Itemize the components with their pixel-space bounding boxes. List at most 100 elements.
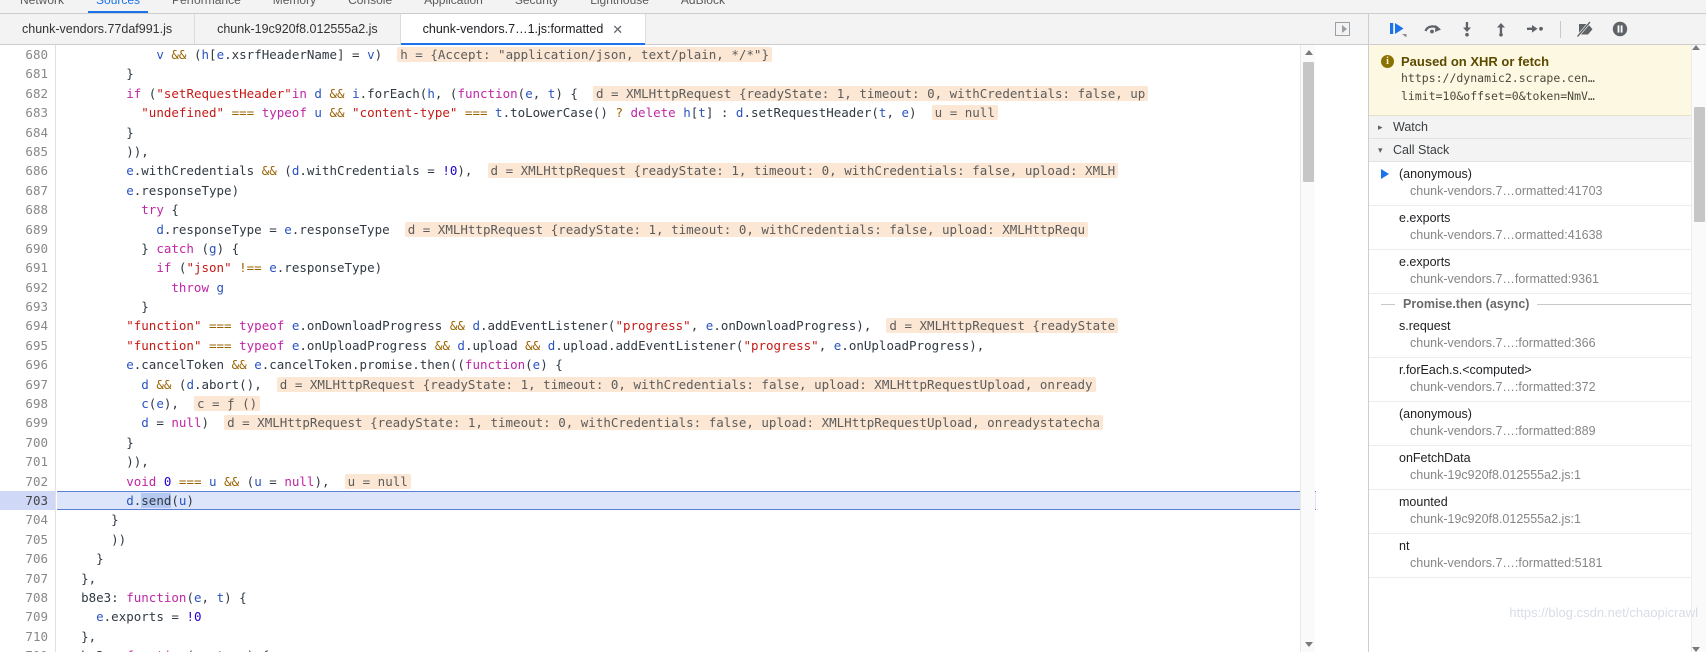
line-number[interactable]: 699 xyxy=(0,413,55,432)
code-content[interactable]: v && (h[e.xsrfHeaderName] = v) h = {Acce… xyxy=(57,45,1316,652)
call-stack-frame[interactable]: s.request chunk-vendors.7…:formatted:366 xyxy=(1369,314,1706,358)
code-line[interactable]: bc3a: function(e, t, n) { xyxy=(57,646,1316,652)
code-line[interactable]: } xyxy=(57,123,1316,142)
line-number[interactable]: 691 xyxy=(0,258,55,277)
code-line[interactable]: e.withCredentials && (d.withCredentials … xyxy=(57,161,1316,180)
line-number[interactable]: 708 xyxy=(0,588,55,607)
code-line[interactable]: d.responseType = e.responseType d = XMLH… xyxy=(57,220,1316,239)
scroll-up-arrow[interactable] xyxy=(1301,45,1316,60)
panel-tab-network[interactable]: Network xyxy=(4,0,80,13)
editor-scrollbar-thumb[interactable] xyxy=(1303,62,1314,182)
line-number[interactable]: 687 xyxy=(0,181,55,200)
call-stack-frame-location[interactable]: chunk-vendors.7…formatted:9361 xyxy=(1399,271,1700,288)
line-number[interactable]: 680 xyxy=(0,45,55,64)
panel-tab-performance[interactable]: Performance xyxy=(156,0,257,13)
code-line[interactable]: "function" === typeof e.onUploadProgress… xyxy=(57,336,1316,355)
sidebar-scrollbar-thumb[interactable] xyxy=(1694,107,1705,222)
code-line-current[interactable]: d.send(u) xyxy=(57,490,1316,511)
call-stack-frame-location[interactable]: chunk-19c920f8.012555a2.js:1 xyxy=(1399,511,1700,528)
line-number[interactable]: 692 xyxy=(0,278,55,297)
line-number[interactable]: 703 xyxy=(0,490,55,511)
code-line[interactable]: } xyxy=(57,297,1316,316)
file-tab[interactable]: chunk-vendors.77daf991.js xyxy=(0,14,196,44)
line-number-gutter[interactable]: 680 681 682 683 684 685 686 687 688 689 690 691 692 6… xyxy=(0,45,56,652)
code-line[interactable]: } catch (g) { xyxy=(57,239,1316,258)
call-stack-frame-location[interactable]: chunk-vendors.7…:formatted:889 xyxy=(1399,423,1700,440)
call-stack-frame-location[interactable]: chunk-19c920f8.012555a2.js:1 xyxy=(1399,467,1700,484)
source-code-editor[interactable]: 680 681 682 683 684 685 686 687 688 689 690 691 692 6… xyxy=(0,45,1316,652)
code-line[interactable]: } xyxy=(57,549,1316,568)
line-number[interactable]: 709 xyxy=(0,607,55,626)
watch-section-header[interactable]: ▸ Watch xyxy=(1369,116,1706,139)
line-number[interactable]: 695 xyxy=(0,336,55,355)
code-line[interactable]: )) xyxy=(57,530,1316,549)
code-line[interactable]: } xyxy=(57,510,1316,529)
panel-tab-console[interactable]: Console xyxy=(332,0,408,13)
file-tab[interactable]: chunk-vendors.7…1.js:formatted ✕ xyxy=(400,14,647,45)
panel-tab-adblock[interactable]: AdBlock xyxy=(665,0,741,13)
code-line[interactable]: } xyxy=(57,64,1316,83)
line-number[interactable]: 698 xyxy=(0,394,55,413)
panel-tab-lighthouse[interactable]: Lighthouse xyxy=(574,0,665,13)
line-number[interactable]: 711 xyxy=(0,646,55,652)
line-number[interactable]: 705 xyxy=(0,530,55,549)
line-number[interactable]: 702 xyxy=(0,472,55,491)
call-stack-frame-location[interactable]: chunk-vendors.7…ormatted:41638 xyxy=(1399,227,1700,244)
line-number[interactable]: 694 xyxy=(0,316,55,335)
sidebar-vertical-scrollbar[interactable] xyxy=(1691,45,1706,652)
code-line[interactable]: if ("json" !== e.responseType) xyxy=(57,258,1316,277)
call-stack-frame[interactable]: mounted chunk-19c920f8.012555a2.js:1 xyxy=(1369,490,1706,534)
panel-tab-sources[interactable]: Sources xyxy=(80,0,156,13)
line-number[interactable]: 684 xyxy=(0,123,55,142)
call-stack-frame[interactable]: e.exports chunk-vendors.7…ormatted:41638 xyxy=(1369,206,1706,250)
call-stack-frame[interactable]: (anonymous) chunk-vendors.7…ormatted:4170… xyxy=(1369,162,1706,206)
line-number[interactable]: 707 xyxy=(0,569,55,588)
line-number[interactable]: 696 xyxy=(0,355,55,374)
code-line[interactable]: d && (d.abort(), d = XMLHttpRequest {rea… xyxy=(57,375,1316,394)
sidebar-scroll-down-arrow[interactable] xyxy=(1692,647,1700,652)
call-stack-frame-location[interactable]: chunk-vendors.7…:formatted:372 xyxy=(1399,379,1700,396)
code-line[interactable]: if ("setRequestHeader"in d && i.forEach(… xyxy=(57,84,1316,103)
step-over-next-function-call-button[interactable] xyxy=(1419,17,1447,42)
code-line[interactable]: )), xyxy=(57,142,1316,161)
code-line[interactable]: try { xyxy=(57,200,1316,219)
step-out-of-current-function-button[interactable] xyxy=(1487,17,1515,42)
line-number[interactable]: 683 xyxy=(0,103,55,122)
line-number[interactable]: 700 xyxy=(0,433,55,452)
code-line[interactable]: b8e3: function(e, t) { xyxy=(57,588,1316,607)
line-number[interactable]: 690 xyxy=(0,239,55,258)
line-number[interactable]: 688 xyxy=(0,200,55,219)
sidebar-scroll-up-arrow[interactable] xyxy=(1692,45,1706,50)
code-line[interactable]: e.cancelToken && e.cancelToken.promise.t… xyxy=(57,355,1316,374)
call-stack-frame[interactable]: onFetchData chunk-19c920f8.012555a2.js:1 xyxy=(1369,446,1706,490)
call-stack-frame[interactable]: nt chunk-vendors.7…:formatted:5181 xyxy=(1369,534,1706,578)
call-stack-frame-location[interactable]: chunk-vendors.7…:formatted:5181 xyxy=(1399,555,1700,572)
line-number[interactable]: 710 xyxy=(0,627,55,646)
panel-tab-memory[interactable]: Memory xyxy=(257,0,332,13)
scroll-down-arrow[interactable] xyxy=(1301,637,1316,652)
code-line[interactable]: d = null) d = XMLHttpRequest {readyState… xyxy=(57,413,1316,432)
call-stack-section-header[interactable]: ▾ Call Stack xyxy=(1369,139,1706,162)
code-line[interactable]: }, xyxy=(57,627,1316,646)
line-number[interactable]: 686 xyxy=(0,161,55,180)
close-icon[interactable]: ✕ xyxy=(612,23,623,36)
step-into-next-function-call-button[interactable] xyxy=(1453,17,1481,42)
line-number[interactable]: 706 xyxy=(0,549,55,568)
line-number[interactable]: 704 xyxy=(0,510,55,529)
deactivate-breakpoints-button[interactable] xyxy=(1572,17,1600,42)
call-stack-frame-location[interactable]: chunk-vendors.7…ormatted:41703 xyxy=(1399,183,1700,200)
line-number[interactable]: 697 xyxy=(0,375,55,394)
code-line[interactable]: e.responseType) xyxy=(57,181,1316,200)
call-stack-frame-location[interactable]: chunk-vendors.7…:formatted:366 xyxy=(1399,335,1700,352)
call-stack-frame[interactable]: e.exports chunk-vendors.7…formatted:9361 xyxy=(1369,250,1706,294)
line-number[interactable]: 681 xyxy=(0,64,55,83)
line-number[interactable]: 701 xyxy=(0,452,55,471)
resume-script-execution-button[interactable] xyxy=(1385,17,1413,42)
code-line[interactable]: )), xyxy=(57,452,1316,471)
line-number[interactable]: 693 xyxy=(0,297,55,316)
code-line[interactable]: "undefined" === typeof u && "content-typ… xyxy=(57,103,1316,122)
panel-tab-application[interactable]: Application xyxy=(408,0,499,13)
code-line[interactable]: c(e), c = ƒ () xyxy=(57,394,1316,413)
code-line[interactable]: } xyxy=(57,433,1316,452)
line-number[interactable]: 682 xyxy=(0,84,55,103)
